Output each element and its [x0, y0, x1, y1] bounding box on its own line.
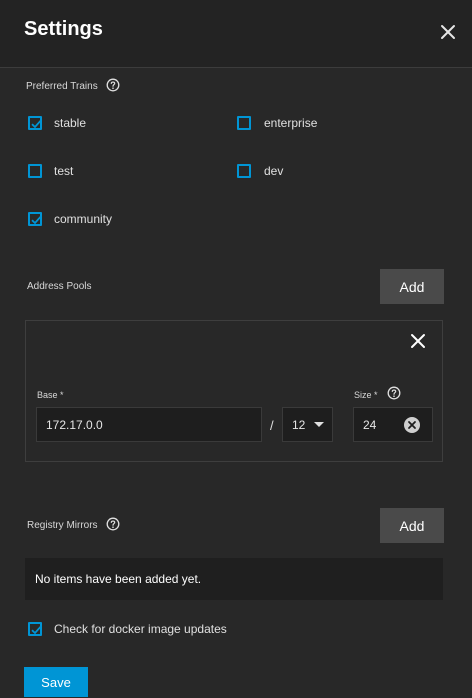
- close-icon: [411, 334, 425, 348]
- remove-pool-button[interactable]: [410, 333, 426, 349]
- netmask-separator: /: [270, 418, 274, 433]
- page-title: Settings: [24, 18, 103, 40]
- check-icon: [31, 120, 42, 129]
- train-label-community[interactable]: community: [54, 212, 112, 226]
- close-button[interactable]: [436, 20, 460, 44]
- preferred-trains-label: Preferred Trains: [26, 81, 98, 92]
- chevron-down-icon: [314, 422, 324, 427]
- add-registry-mirror-button[interactable]: Add: [380, 508, 444, 543]
- help-icon[interactable]: [387, 386, 401, 400]
- size-label: Size *: [354, 390, 378, 400]
- registry-mirrors-label: Registry Mirrors: [27, 520, 98, 531]
- check-icon: [31, 626, 42, 635]
- empty-state-message: No items have been added yet.: [25, 558, 443, 600]
- base-label: Base *: [37, 390, 64, 400]
- train-label-dev[interactable]: dev: [264, 164, 283, 178]
- close-icon: [441, 25, 455, 39]
- address-pool-item: Base * 172.17.0.0 / 12 Size * 24: [25, 320, 443, 462]
- help-icon[interactable]: [106, 78, 120, 92]
- docker-updates-label[interactable]: Check for docker image updates: [54, 622, 227, 636]
- train-checkbox-enterprise[interactable]: [237, 116, 251, 130]
- train-checkbox-stable[interactable]: [28, 116, 42, 130]
- train-label-test[interactable]: test: [54, 164, 73, 178]
- train-label-stable[interactable]: stable: [54, 116, 86, 130]
- train-checkbox-test[interactable]: [28, 164, 42, 178]
- netmask-value: 12: [292, 417, 306, 432]
- check-icon: [31, 216, 42, 225]
- dialog-header: Settings: [0, 0, 472, 68]
- save-button[interactable]: Save: [24, 667, 88, 697]
- train-checkbox-community[interactable]: [28, 212, 42, 226]
- clear-icon: [404, 417, 420, 433]
- docker-updates-checkbox[interactable]: [28, 622, 42, 636]
- size-value: 24: [363, 417, 377, 432]
- train-checkbox-dev[interactable]: [237, 164, 251, 178]
- train-label-enterprise[interactable]: enterprise: [264, 116, 317, 130]
- add-address-pool-button[interactable]: Add: [380, 269, 444, 304]
- size-input[interactable]: 24: [353, 407, 433, 442]
- netmask-select[interactable]: 12: [282, 407, 333, 442]
- clear-size-button[interactable]: [404, 417, 420, 433]
- base-input[interactable]: 172.17.0.0: [36, 407, 262, 442]
- address-pools-label: Address Pools: [27, 281, 92, 292]
- help-icon[interactable]: [106, 517, 120, 531]
